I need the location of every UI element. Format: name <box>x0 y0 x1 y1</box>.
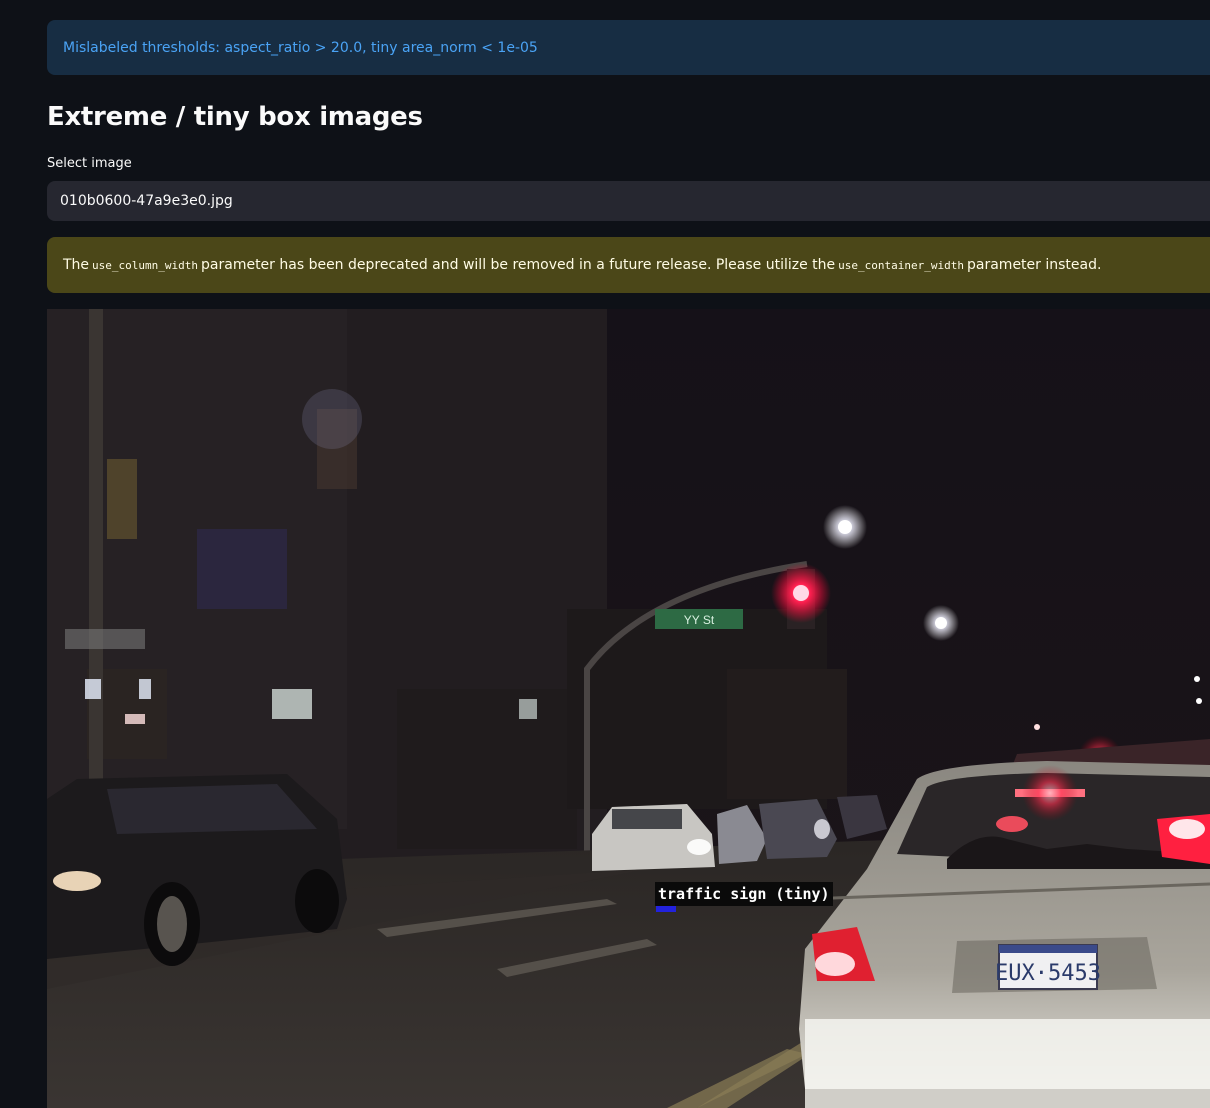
deprecation-warning: The use_column_width parameter has been … <box>47 237 1210 293</box>
image-select-value: 010b0600-47a9e3e0.jpg <box>60 193 233 209</box>
street-sign-text: YY St <box>684 613 715 627</box>
detection-label: traffic sign (tiny) <box>655 882 833 906</box>
image-select-dropdown[interactable]: 010b0600-47a9e3e0.jpg <box>47 181 1210 221</box>
warning-text-3: parameter instead. <box>967 257 1102 273</box>
street-photo: YY St EUX·5453 <box>47 309 1210 1108</box>
info-banner-text: Mislabeled thresholds: aspect_ratio > 20… <box>63 39 538 56</box>
select-image-label: Select image <box>47 156 132 171</box>
warning-code-1: use_column_width <box>92 258 199 272</box>
annotated-image: YY St EUX·5453 traffic sign (tiny) <box>47 309 1210 1108</box>
warning-text-1: The <box>63 257 90 273</box>
info-banner: Mislabeled thresholds: aspect_ratio > 20… <box>47 20 1210 75</box>
section-title: Extreme / tiny box images <box>47 102 423 132</box>
license-plate-text: EUX·5453 <box>995 961 1101 986</box>
warning-text-2: parameter has been deprecated and will b… <box>201 257 836 273</box>
warning-code-2: use_container_width <box>838 258 964 272</box>
detection-box <box>656 906 676 912</box>
